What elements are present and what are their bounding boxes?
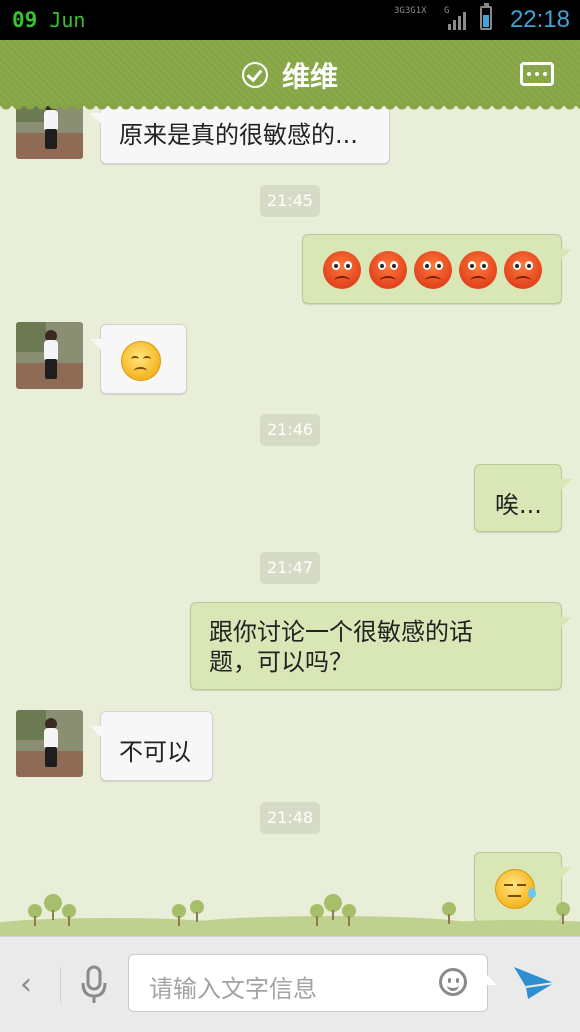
message-text: 不可以 xyxy=(119,738,191,766)
decorative-landscape xyxy=(0,880,580,936)
header-scallop-edge xyxy=(0,104,580,112)
send-icon[interactable] xyxy=(512,963,556,1003)
angry-face-icon xyxy=(459,251,497,289)
angry-face-icon xyxy=(414,251,452,289)
status-bar: 09 Jun 3G3G1X G 22:18 xyxy=(0,0,580,40)
back-chevron-icon[interactable]: ‹ xyxy=(20,967,32,1002)
status-date: 09 Jun xyxy=(12,8,85,32)
chat-area[interactable]: 原来是真的很敏感的... 21:45 21:46 唉... 21:47 跟你讨论… xyxy=(0,106,580,936)
message-text: 原来是真的很敏感的... xyxy=(119,121,358,149)
battery-icon xyxy=(480,3,492,30)
contact-avatar[interactable] xyxy=(16,710,83,777)
message-text: 唉... xyxy=(495,491,542,519)
message-text-line-2: 题，可以吗？ xyxy=(209,648,353,676)
contact-name: 维维 xyxy=(281,60,338,93)
contact-avatar[interactable] xyxy=(16,106,83,159)
network-label-1x: 1X xyxy=(415,6,427,16)
network-label-3g-2: 3G xyxy=(404,6,416,16)
message-input-bar: ‹ 请输入文字信息 xyxy=(0,936,580,1032)
timestamp: 21:46 xyxy=(260,414,320,446)
smiley-icon[interactable] xyxy=(439,968,467,996)
timestamp: 21:47 xyxy=(260,552,320,584)
signal-icon xyxy=(448,12,466,30)
contact-avatar[interactable] xyxy=(16,322,83,389)
angry-face-icon xyxy=(323,251,361,289)
timestamp: 21:45 xyxy=(260,185,320,217)
message-bubble-outgoing[interactable] xyxy=(302,234,572,304)
check-circle-icon xyxy=(241,62,268,88)
status-date-day: 09 xyxy=(12,8,38,32)
network-label-3g: 3G xyxy=(394,6,405,16)
more-options-button[interactable] xyxy=(520,62,554,86)
message-text-field[interactable]: 请输入文字信息 xyxy=(128,954,497,1012)
network-indicator: 3G3G1X G xyxy=(394,6,449,16)
chat-header: 维维 xyxy=(0,40,580,106)
timestamp: 21:48 xyxy=(260,802,320,834)
status-date-month: Jun xyxy=(49,8,86,32)
sad-face-icon xyxy=(121,341,161,381)
message-bubble-outgoing[interactable]: 跟你讨论一个很敏感的话 题，可以吗？ xyxy=(190,602,572,690)
status-time: 22:18 xyxy=(509,6,570,33)
microphone-icon[interactable] xyxy=(80,965,108,1005)
message-bubble-outgoing[interactable]: 唉... xyxy=(474,464,572,532)
divider xyxy=(60,967,61,1003)
chat-title: 维维 xyxy=(0,55,580,95)
message-placeholder: 请输入文字信息 xyxy=(149,975,317,1003)
angry-face-icon xyxy=(504,251,542,289)
message-bubble-incoming[interactable]: 原来是真的很敏感的... xyxy=(90,106,390,164)
angry-face-icon xyxy=(369,251,407,289)
message-bubble-incoming[interactable]: 不可以 xyxy=(90,711,213,781)
message-text-line-1: 跟你讨论一个很敏感的话 xyxy=(209,618,473,646)
message-bubble-incoming[interactable] xyxy=(90,324,187,394)
